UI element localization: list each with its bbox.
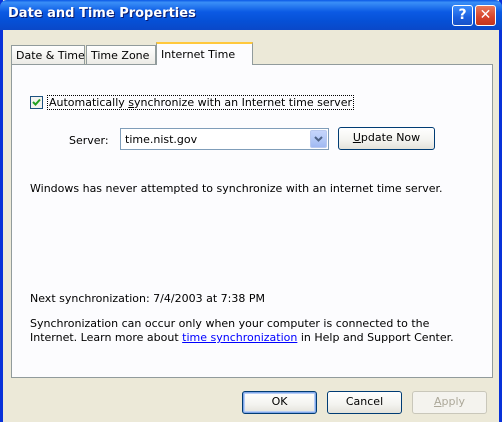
ok-button[interactable]: OK xyxy=(242,391,317,414)
close-button[interactable]: ✕ xyxy=(475,5,496,26)
server-dropdown-button[interactable] xyxy=(310,130,327,148)
next-sync-text: Next synchronization: 7/4/2003 at 7:38 P… xyxy=(30,292,265,305)
close-icon: ✕ xyxy=(479,7,492,23)
cancel-button[interactable]: Cancel xyxy=(327,391,402,414)
window-title: Date and Time Properties xyxy=(8,6,196,21)
status-message: Windows has never attempted to synchroni… xyxy=(30,182,443,195)
checkmark-icon xyxy=(32,98,41,106)
dialog-window: Date and Time Properties ? ✕ Date & Time… xyxy=(0,0,502,422)
server-combobox[interactable]: time.nist.gov xyxy=(120,128,329,150)
help-button[interactable]: ? xyxy=(452,5,473,26)
update-now-button[interactable]: Update Now xyxy=(338,127,435,150)
auto-sync-checkbox-row[interactable]: Automatically synchronize with an Intern… xyxy=(30,95,354,110)
tab-label: Time Zone xyxy=(91,49,150,62)
tab-time-zone[interactable]: Time Zone xyxy=(86,45,156,64)
tab-panel: Automatically synchronize with an Intern… xyxy=(11,64,493,378)
auto-sync-label: Automatically synchronize with an Intern… xyxy=(47,95,354,110)
title-bar[interactable]: Date and Time Properties ? ✕ xyxy=(0,0,502,30)
server-label: Server: xyxy=(69,134,109,147)
auto-sync-checkbox[interactable] xyxy=(30,96,43,109)
tab-date-time[interactable]: Date & Time xyxy=(11,45,85,64)
help-icon: ? xyxy=(458,7,467,23)
server-value: time.nist.gov xyxy=(125,133,198,146)
time-sync-link[interactable]: time synchronization xyxy=(182,331,297,344)
chevron-down-icon xyxy=(314,136,323,142)
tab-label: Internet Time xyxy=(161,48,236,61)
tab-label: Date & Time xyxy=(16,49,85,62)
info-text: Synchronization can occur only when your… xyxy=(30,317,454,344)
apply-button[interactable]: Apply xyxy=(412,391,487,414)
tab-internet-time[interactable]: Internet Time xyxy=(156,42,253,65)
